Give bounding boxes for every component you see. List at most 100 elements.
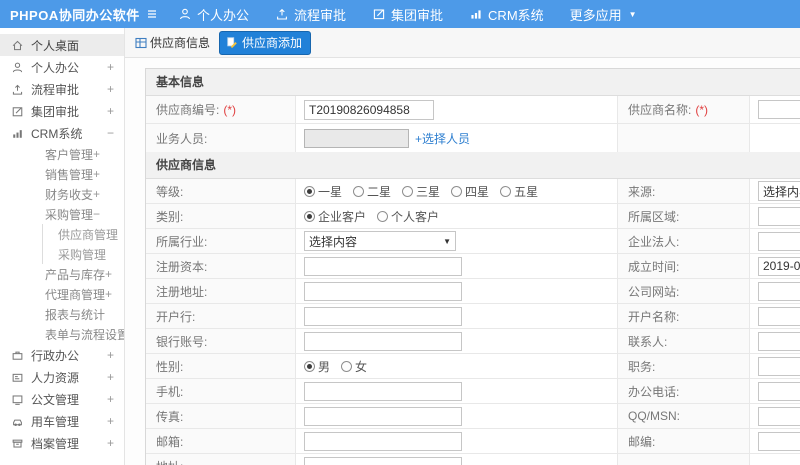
sidebar-item-supplier-mgmt[interactable]: 供应商管理 [42,224,124,244]
sidebar-item-workflow-approval[interactable]: 流程审批 + [0,78,124,100]
upload-icon [277,8,287,20]
personal-customer-radio[interactable]: 个人客户 [377,208,439,225]
expand-icon[interactable]: + [93,167,100,181]
field-label: 等级: [146,179,296,203]
sidebar-item-official-docs[interactable]: 公文管理 + [0,388,124,410]
sidebar-item-purchase-mgmt[interactable]: 采购管理 − [0,204,124,224]
field-label: 企业法人: [618,229,750,253]
bank-account-input[interactable] [304,331,462,351]
supplier-add-form: 基本信息 供应商编号:(*) 供应商名称:(*) [145,68,800,465]
sidebar-item-crm[interactable]: CRM系统 − [0,122,124,144]
required-mark: (*) [223,102,237,117]
mobile-input[interactable] [304,381,462,401]
expand-icon[interactable]: + [107,82,114,96]
required-mark: (*) [695,102,709,117]
supplier-add-button[interactable]: 供应商添加 [219,30,312,55]
expand-icon[interactable]: + [107,370,114,384]
field-label: 联系人: [618,329,750,353]
sidebar-item-customer-mgmt[interactable]: 客户管理 + [0,144,124,164]
sidebar-item-vehicle-mgmt[interactable]: 用车管理 + [0,410,124,432]
registered-address-input[interactable] [304,281,462,301]
address-input[interactable] [304,457,462,465]
tab-bar: 供应商信息 供应商添加 [125,28,800,58]
enterprise-customer-radio[interactable]: 企业客户 [304,208,366,225]
expand-icon[interactable]: + [107,436,114,450]
expand-icon[interactable]: + [93,187,100,201]
bank-input[interactable] [304,306,462,326]
sidebar-toggle-button[interactable] [130,7,174,21]
sidebar-item-sales-mgmt[interactable]: 销售管理 + [0,164,124,184]
sidebar-item-finance[interactable]: 财务收支 + [0,184,124,204]
supplier-name-input[interactable] [758,100,800,119]
section-title: 基本信息 [146,69,800,96]
expand-icon[interactable]: + [105,287,112,301]
expand-icon[interactable]: + [107,104,114,118]
form-row: 注册资本: 成立时间: [146,254,800,279]
male-radio[interactable]: 男 [304,358,330,375]
qq-msn-input[interactable] [758,406,800,426]
sidebar-item-archive-mgmt[interactable]: 档案管理 + [0,432,124,454]
star4-radio[interactable]: 四星 [451,183,489,200]
nav-workflow-approval[interactable]: 流程审批 [275,5,346,24]
sidebar-item-purchasing[interactable]: 采购管理 [42,244,124,264]
region-input[interactable] [758,206,800,226]
source-select[interactable]: 选择内容▼ [758,181,800,201]
sidebar-item-agent-mgmt[interactable]: 代理商管理 + [0,284,124,304]
expand-icon[interactable]: + [107,392,114,406]
fax-input[interactable] [304,406,462,426]
office-phone-input[interactable] [758,381,800,401]
expand-icon[interactable]: + [107,60,114,74]
sidebar-item-admin-office[interactable]: 行政办公 + [0,344,124,366]
sidebar-item-hr[interactable]: 人力资源 + [0,366,124,388]
sidebar-item-group-approval[interactable]: 集团审批 + [0,100,124,122]
star3-radio[interactable]: 三星 [402,183,440,200]
user-icon [12,62,23,72]
supplier-code-input[interactable] [304,99,434,120]
sidebar-item-product-stock[interactable]: 产品与库存 + [0,264,124,284]
registered-capital-input[interactable] [304,256,462,276]
hamburger-icon [148,10,156,18]
established-date-input[interactable] [758,256,800,276]
collapse-icon[interactable]: − [93,207,100,221]
nav-personal-office[interactable]: 个人办公 [178,5,249,24]
email-input[interactable] [304,431,462,451]
expand-icon[interactable]: + [93,147,100,161]
tab-supplier-info[interactable]: 供应商信息 [135,34,210,51]
edit-icon [373,9,385,20]
expand-icon[interactable]: + [105,267,112,281]
choose-staff-link[interactable]: +选择人员 [415,130,470,147]
form-row: 地址: [146,454,800,465]
add-doc-icon [227,37,237,48]
website-input[interactable] [758,281,800,301]
form-row: 开户行: 开户名称: [146,304,800,329]
zipcode-input[interactable] [758,431,800,451]
business-staff-input[interactable] [304,128,409,148]
expand-icon[interactable]: + [107,348,114,362]
form-row: 注册地址: 公司网站: [146,279,800,304]
expand-icon[interactable]: + [107,414,114,428]
form-content: 基本信息 供应商编号:(*) 供应商名称:(*) [125,58,800,465]
star5-radio[interactable]: 五星 [500,183,538,200]
account-name-input[interactable] [758,306,800,326]
nav-group-approval[interactable]: 集团审批 [372,5,443,24]
collapse-icon[interactable]: − [107,126,114,140]
sidebar-item-personal-desktop[interactable]: 个人桌面 [0,34,124,56]
field-label: 开户名称: [618,304,750,328]
star1-radio[interactable]: 一星 [304,183,342,200]
position-input[interactable] [758,356,800,376]
caret-down-icon: ▼ [628,9,637,19]
star2-radio[interactable]: 二星 [353,183,391,200]
legal-person-input[interactable] [758,231,800,251]
sidebar-item-reports[interactable]: 报表与统计 [0,304,124,324]
caret-down-icon: ▼ [443,236,451,246]
female-radio[interactable]: 女 [341,358,367,375]
contact-person-input[interactable] [758,331,800,351]
sidebar: 个人桌面 个人办公 + 流程审批 + 集团审批 + CRM系统 − 客户管理 +… [0,28,125,465]
field-label: 供应商编号: (*) [146,96,296,123]
sidebar-item-personal-office[interactable]: 个人办公 + [0,56,124,78]
industry-select[interactable]: 选择内容 ▼ [304,231,456,251]
nav-crm[interactable]: CRM系统 [469,5,544,24]
field-label: 开户行: [146,304,296,328]
nav-more-apps[interactable]: 更多应用 ▼ [570,5,637,24]
sidebar-item-form-flow-settings[interactable]: 表单与流程设置 + [0,324,124,344]
